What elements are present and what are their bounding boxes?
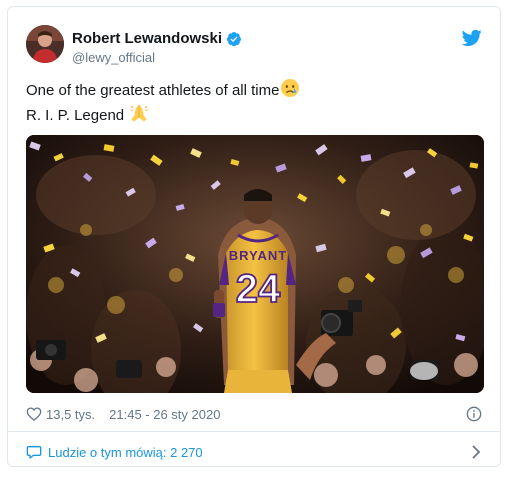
jersey-number: 24 bbox=[236, 267, 281, 311]
like-count[interactable]: 13,5 tys. bbox=[46, 407, 95, 422]
tweet-text-2: R. I. P. Legend bbox=[26, 107, 125, 124]
author-name[interactable]: Robert Lewandowski bbox=[72, 30, 222, 47]
tweet-header: Robert Lewandowski @lewy_official bbox=[26, 25, 486, 69]
info-icon[interactable] bbox=[466, 406, 482, 422]
tweet-text-line-1: One of the greatest athletes of all time bbox=[26, 78, 300, 103]
twitter-bird-icon[interactable] bbox=[462, 29, 482, 47]
divider bbox=[8, 431, 500, 432]
folded-hands-emoji-icon bbox=[130, 105, 148, 122]
speech-bubble-icon bbox=[26, 446, 42, 459]
chevron-right-icon bbox=[472, 445, 481, 459]
crying-face-emoji-icon bbox=[281, 79, 300, 97]
heart-icon[interactable] bbox=[26, 406, 42, 422]
jersey-name: BRYANT bbox=[229, 248, 288, 263]
conversation-link[interactable]: Ludzie o tym mówią: 2 270 bbox=[26, 441, 486, 463]
verified-badge-icon bbox=[227, 31, 242, 46]
tweet-text-line-2: R. I. P. Legend bbox=[26, 103, 300, 128]
tweet-meta: 13,5 tys. 21:45 - 26 sty 2020 bbox=[26, 403, 486, 425]
tweet-photo-image: BRYANT 24 bbox=[26, 135, 484, 393]
tweet-photo[interactable]: BRYANT 24 bbox=[26, 135, 484, 393]
tweet-timestamp[interactable]: 21:45 - 26 sty 2020 bbox=[109, 407, 220, 422]
tweet-text: One of the greatest athletes of all time… bbox=[26, 78, 300, 128]
author-name-row: Robert Lewandowski bbox=[72, 30, 242, 47]
tweet-text-1: One of the greatest athletes of all time bbox=[26, 82, 280, 99]
avatar[interactable] bbox=[26, 25, 64, 63]
conversation-label: Ludzie o tym mówią: 2 270 bbox=[48, 444, 203, 460]
tweet-card: Robert Lewandowski @lewy_official One of… bbox=[7, 6, 501, 467]
author-handle[interactable]: @lewy_official bbox=[72, 50, 155, 65]
